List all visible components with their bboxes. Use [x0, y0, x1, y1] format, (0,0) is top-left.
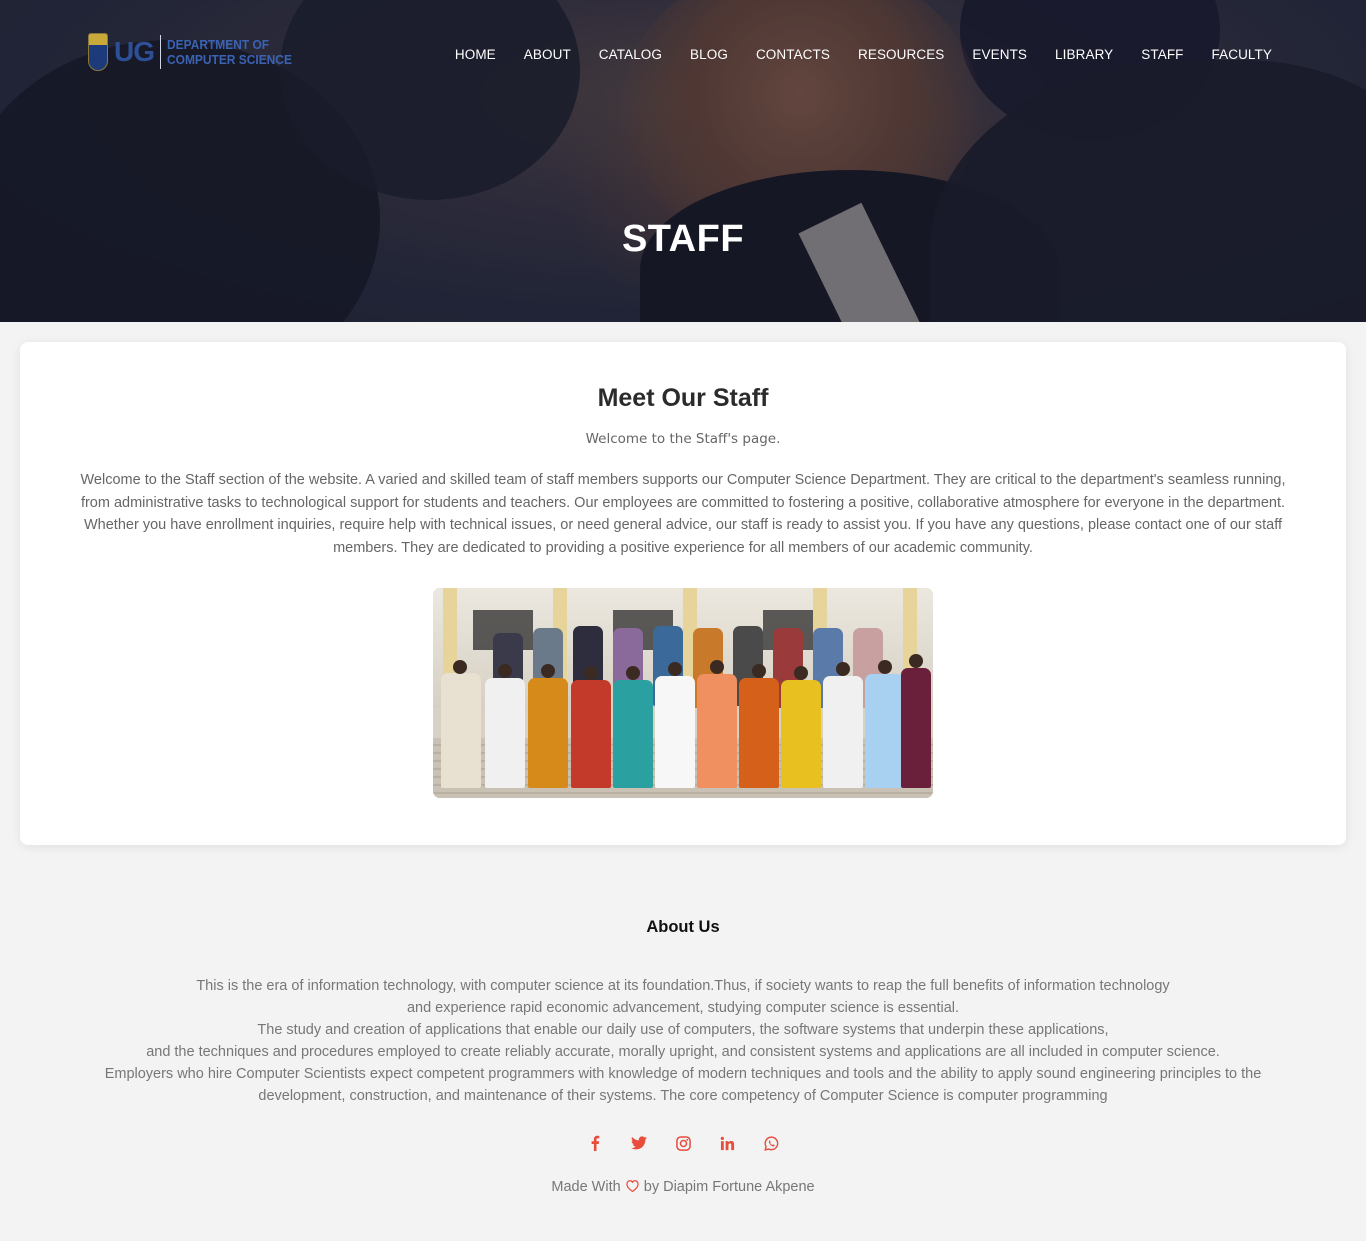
- instagram-icon[interactable]: [673, 1133, 693, 1153]
- logo-mark: UG: [114, 36, 155, 67]
- footer-about-line: development, construction, and maintenan…: [258, 1088, 1108, 1104]
- social-links: [0, 1133, 1366, 1153]
- nav-home[interactable]: HOME: [441, 47, 510, 62]
- footer-about-line: Employers who hire Computer Scientists e…: [104, 1066, 1262, 1082]
- section-heading: Meet Our Staff: [597, 384, 769, 412]
- main-nav: HOME ABOUT CATALOG BLOG CONTACTS RESOURC…: [441, 47, 1286, 62]
- nav-catalog[interactable]: CATALOG: [585, 47, 676, 62]
- nav-contacts[interactable]: CONTACTS: [742, 47, 844, 62]
- nav-library[interactable]: LIBRARY: [1041, 47, 1127, 62]
- logo-dept-line1: DEPARTMENT OF: [167, 37, 270, 52]
- footer: About Us This is the era of information …: [0, 900, 1366, 1195]
- linkedin-icon[interactable]: [717, 1133, 737, 1153]
- nav-about[interactable]: ABOUT: [510, 47, 585, 62]
- staff-card: Meet Our Staff Welcome to the Staff's pa…: [20, 342, 1346, 845]
- hero-banner: UG DEPARTMENT OF COMPUTER SCIENCE HOME A…: [0, 0, 1366, 322]
- section-body: Welcome to the Staff section of the webs…: [80, 472, 1286, 556]
- footer-heading: About Us: [646, 918, 720, 936]
- staff-group-photo: [433, 588, 933, 798]
- footer-about-line: This is the era of information technolog…: [196, 978, 1170, 994]
- facebook-icon[interactable]: [585, 1133, 605, 1153]
- footer-about-line: and experience rapid economic advancemen…: [406, 1000, 960, 1016]
- footer-credit: Made With by Diapim Fortune Akpene: [0, 1179, 1366, 1195]
- nav-resources[interactable]: RESOURCES: [844, 47, 958, 62]
- logo-divider: [160, 35, 161, 69]
- logo-dept-line2: COMPUTER SCIENCE: [167, 52, 292, 67]
- footer-about: This is the era of information technolog…: [0, 975, 1366, 1107]
- credit-author: by Diapim Fortune Akpene: [643, 1179, 815, 1195]
- logo[interactable]: UG DEPARTMENT OF COMPUTER SCIENCE: [88, 33, 303, 71]
- nav-events[interactable]: EVENTS: [958, 47, 1041, 62]
- nav-blog[interactable]: BLOG: [676, 47, 742, 62]
- crest-icon: [88, 33, 108, 71]
- heart-icon: [625, 1179, 644, 1195]
- nav-staff[interactable]: STAFF: [1127, 47, 1197, 62]
- section-subheading: Welcome to the Staff's page.: [585, 431, 781, 447]
- footer-about-line: The study and creation of applications t…: [257, 1022, 1109, 1038]
- twitter-icon[interactable]: [629, 1133, 649, 1153]
- page-title: STAFF: [621, 218, 745, 260]
- footer-about-line: and the techniques and procedures employ…: [146, 1044, 1220, 1060]
- whatsapp-icon[interactable]: [761, 1133, 781, 1153]
- nav-faculty[interactable]: FACULTY: [1198, 47, 1286, 62]
- logo-department: DEPARTMENT OF COMPUTER SCIENCE: [167, 37, 292, 67]
- credit-prefix: Made With: [551, 1179, 621, 1195]
